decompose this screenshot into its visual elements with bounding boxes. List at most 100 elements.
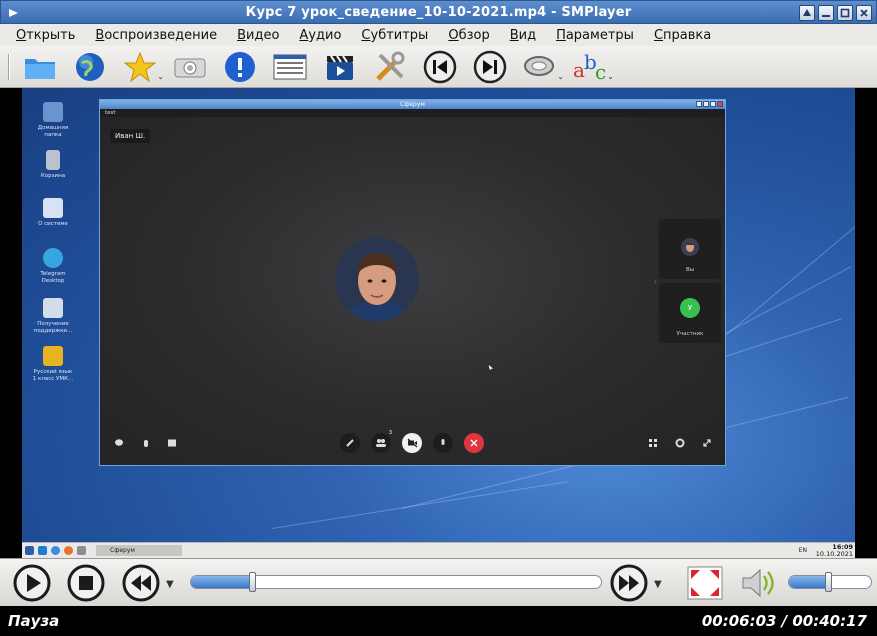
mouse-cursor-icon (488, 364, 494, 372)
menu-item-4[interactable]: Субтитры (351, 28, 438, 43)
favorites-button[interactable]: ⌄ (118, 48, 164, 86)
desktop-icon-label: Telegram Desktop (40, 271, 66, 284)
fullscreen-button[interactable] (685, 563, 725, 603)
up-icon (696, 101, 702, 107)
keyboard-layout: EN (798, 547, 807, 554)
desktop-icon-label: Получение поддержки... (33, 321, 73, 334)
window-menu-icon[interactable] (4, 4, 22, 22)
seek-bar[interactable] (190, 572, 602, 592)
volume-slider[interactable] (788, 572, 872, 592)
participants-icon: 3 (371, 430, 392, 453)
chevron-down-icon[interactable]: ⌄ (607, 72, 614, 81)
svg-text:c: c (595, 60, 606, 83)
volume-level (789, 576, 828, 588)
video-clapper-icon (327, 54, 353, 80)
volume-handle[interactable] (825, 572, 832, 592)
window-titlebar[interactable]: Курс 7 урок_сведение_10-10-2021.mp4 - SM… (0, 0, 877, 24)
control-bar: ▼ ▼ (0, 558, 877, 606)
chevron-right-icon: › (653, 277, 657, 286)
conference-window-title: Сферум (400, 101, 425, 108)
book-icon (43, 198, 63, 218)
fullscreen-icon (697, 433, 717, 453)
screenshot-button[interactable] (168, 48, 212, 86)
conference-titlebar: Сферум (100, 100, 725, 109)
window-maximize-button[interactable] (837, 5, 853, 21)
window-title: Курс 7 урок_сведение_10-10-2021.mp4 - SM… (245, 4, 632, 20)
desktop-taskbar: Сферум EN 16:09 10.10.2021 (22, 542, 855, 558)
menu-item-7[interactable]: Параметры (546, 28, 644, 43)
next-track-icon (473, 50, 507, 83)
desktop-icon-label: Домашняя папка (37, 125, 69, 138)
playlist-button[interactable] (268, 48, 312, 86)
toolbar-grip (8, 53, 10, 80)
rewind-menu-chevron-icon[interactable]: ▼ (166, 579, 174, 590)
chevron-down-icon[interactable]: ⌄ (157, 72, 164, 81)
menu-item-2[interactable]: Видео (227, 28, 289, 43)
grid-view-icon (643, 433, 663, 453)
maximize-icon (710, 101, 716, 107)
files-icon (38, 546, 47, 555)
subtitles-button[interactable]: a b c ⌄ (568, 48, 614, 86)
forward-menu-chevron-icon[interactable]: ▼ (654, 579, 662, 590)
desktop-icon-label: О системе (38, 221, 68, 227)
avatar (681, 238, 699, 256)
previous-button[interactable] (418, 48, 462, 86)
textbook-icon (43, 346, 63, 366)
desktop-icon-label: Русский язык 1 класс УМК... (32, 369, 74, 382)
audio-track-button[interactable]: ⌄ (518, 48, 564, 86)
desktop-icon-home: Домашняя папка (32, 102, 74, 139)
raise-hand-icon (136, 433, 156, 453)
preferences-tools-icon (376, 51, 405, 81)
taskbar-task: Сферум (96, 545, 182, 556)
video-equalizer-button[interactable] (318, 48, 362, 86)
menu-item-1[interactable]: Воспроизведение (85, 28, 227, 43)
video-area[interactable]: Домашняя папка Корзина О системе Telegra… (0, 88, 877, 558)
support-icon (43, 298, 63, 318)
window-minimize-button[interactable] (818, 5, 834, 21)
favorites-star-icon (124, 51, 156, 82)
end-call-icon (464, 433, 484, 453)
chevron-down-icon[interactable]: ⌄ (557, 72, 564, 81)
start-menu-icon (25, 546, 34, 555)
open-url-button[interactable] (68, 48, 112, 86)
camera-off-icon (402, 433, 422, 453)
preferences-button[interactable] (368, 48, 412, 86)
taskbar-clock: 16:09 10.10.2021 (816, 544, 853, 558)
info-button[interactable] (218, 48, 262, 86)
menu-item-0[interactable]: Открыть (6, 28, 85, 43)
trash-icon (46, 150, 60, 170)
menubar: Открыть Воспроизведение Видео Аудио Субтитры… (0, 24, 877, 46)
menu-item-3[interactable]: Аудио (289, 28, 351, 43)
participant-tile-other: У Участник (659, 283, 721, 343)
seek-handle[interactable] (249, 572, 256, 592)
play-button[interactable] (12, 563, 52, 603)
screen-share-icon (162, 433, 182, 453)
rewind-button[interactable] (121, 563, 161, 603)
previous-track-icon (423, 50, 457, 83)
mute-button[interactable] (738, 563, 778, 603)
link-icon (340, 433, 360, 453)
speaker-avatar (335, 237, 419, 321)
window-close-button[interactable] (856, 5, 872, 21)
subtitles-abc-icon: a b c (573, 51, 606, 83)
microphone-icon (433, 433, 453, 453)
participant-initial: У (680, 298, 700, 318)
app-icon (77, 546, 86, 555)
menu-item-8[interactable]: Справка (644, 28, 721, 43)
forward-button[interactable] (609, 563, 649, 603)
next-button[interactable] (468, 48, 512, 86)
menu-item-6[interactable]: Вид (500, 28, 546, 43)
open-file-button[interactable] (18, 48, 62, 86)
stop-button[interactable] (66, 563, 106, 603)
playlist-icon (273, 54, 307, 79)
window-up-button[interactable] (799, 5, 815, 21)
close-icon (860, 9, 868, 17)
minimize-icon (703, 101, 709, 107)
participant-label: Вы (685, 267, 695, 273)
arrow-up-icon (803, 9, 811, 16)
minimize-icon (822, 15, 830, 17)
telegram-icon (43, 248, 63, 268)
desktop-icon-textbook: Русский язык 1 класс УМК... (32, 346, 74, 383)
menu-item-5[interactable]: Обзор (438, 28, 499, 43)
desktop-icon-about: О системе (32, 198, 74, 228)
